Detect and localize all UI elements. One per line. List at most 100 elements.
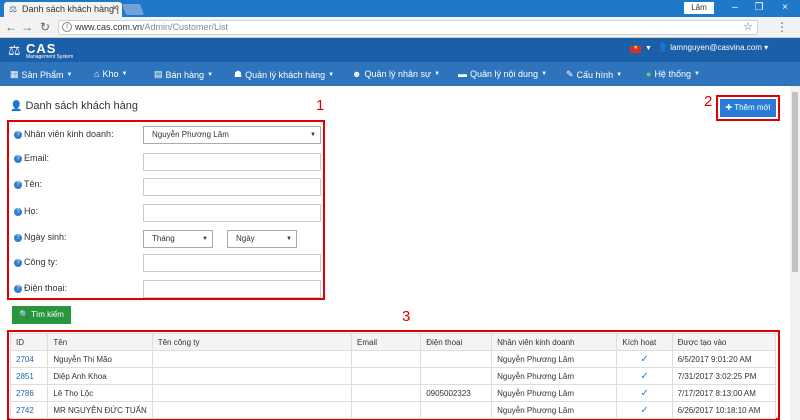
column-header[interactable]: ID	[9, 333, 49, 351]
column-header[interactable]: Nhân viên kinh doanh	[491, 333, 618, 351]
back-icon[interactable]: ←	[4, 20, 18, 34]
customer-id-link[interactable]: 2704	[9, 350, 49, 368]
house-icon: ⌂	[94, 69, 100, 79]
phone-field[interactable]	[143, 280, 321, 298]
plus-icon: ✚	[725, 103, 735, 112]
company-field[interactable]	[143, 254, 321, 272]
chevron-down-icon: ▼	[66, 71, 73, 78]
nav-item-staff[interactable]: ☻ Quản lý nhân sự ▼	[352, 69, 440, 79]
nav-label: Quản lý nhân sự	[364, 69, 432, 79]
chevron-down-icon: ▼	[121, 71, 128, 77]
nav-item-warehouse[interactable]: ⌂ Kho ▼	[94, 69, 127, 79]
nav-item-system[interactable]: ● Hệ thống ▼	[646, 69, 700, 79]
customer-name: Nguyễn Thị Mão	[47, 350, 153, 368]
table-row[interactable]: 2851 Diệp Anh Khoa Nguyễn Phương Lâm ✓ 7…	[9, 367, 777, 385]
first-name-field[interactable]	[143, 178, 321, 196]
nav-label: Quản lý nội dung	[470, 69, 539, 79]
birth-day-select[interactable]: Ngày ▼	[227, 230, 297, 248]
sales-staff: Nguyễn Phương Lâm	[491, 367, 618, 385]
last-name-label: ? Họ:	[14, 206, 38, 216]
nav-item-content[interactable]: ▬ Quản lý nội dung ▼	[458, 69, 547, 79]
table-row[interactable]: 2742 MR NGUYỄN ĐỨC TUẤN Nguyễn Phương Lâ…	[9, 401, 777, 419]
select-value: Nguyễn Phương Lâm	[152, 130, 229, 139]
page-title-text: Danh sách khách hàng	[25, 100, 138, 112]
sales-staff: Nguyễn Phương Lâm	[491, 384, 618, 402]
email-field[interactable]	[143, 153, 321, 171]
created-at: 6/5/2017 9:01:20 AM	[671, 350, 777, 368]
nav-label: Sản Phẩm	[21, 69, 64, 80]
forward-icon[interactable]: →	[20, 20, 34, 34]
dropdown-arrow-icon: ▼	[202, 236, 208, 242]
first-name-label: ? Tên:	[14, 179, 42, 189]
globe-icon: ●	[646, 69, 652, 79]
browser-menu-icon[interactable]: ⋮	[776, 20, 788, 34]
help-icon: ?	[14, 180, 22, 189]
chevron-down-icon[interactable]: ▼	[645, 45, 652, 52]
table-row[interactable]: 2786 Lê Thọ Lộc 0905002323 Nguyễn Phương…	[9, 384, 777, 402]
page-title: 👤 Danh sách khách hàng	[10, 100, 138, 112]
main-nav: ▦ Sản Phẩm ▼ ⌂ Kho ▼ ▤ Bán hàng ▼ ☗ Quản lý khá…	[0, 62, 800, 86]
nav-item-customers[interactable]: ☗ Quản lý khách hàng ▼	[234, 69, 334, 80]
search-button[interactable]: 🔍 Tìm kiếm	[12, 306, 71, 324]
table-row[interactable]: 2704 Nguyễn Thị Mão Nguyễn Phương Lâm ✓ …	[9, 350, 777, 368]
new-tab-button[interactable]	[121, 4, 145, 15]
help-icon: ?	[14, 233, 22, 242]
chart-icon: ▤	[154, 69, 163, 79]
folder-icon: ▬	[458, 69, 467, 79]
restore-icon[interactable]: ❐	[750, 1, 768, 15]
company-name	[151, 367, 353, 385]
birth-month-select[interactable]: Tháng ▼	[143, 230, 213, 248]
customer-id-link[interactable]: 2851	[9, 367, 49, 385]
sales-staff: Nguyễn Phương Lâm	[491, 401, 618, 419]
nav-item-products[interactable]: ▦ Sản Phẩm ▼	[10, 69, 73, 80]
url-input[interactable]: i www.cas.com.vn/Admin/Customer/List ☆	[58, 20, 758, 35]
last-name-field[interactable]	[143, 204, 321, 222]
add-new-button[interactable]: ✚ Thêm mới	[720, 99, 776, 117]
customer-id-link[interactable]: 2786	[9, 384, 49, 402]
column-header[interactable]: Kích hoạt	[616, 333, 673, 351]
nav-item-sales[interactable]: ▤ Bán hàng ▼	[154, 69, 213, 80]
label-text: Công ty:	[24, 257, 58, 267]
column-header[interactable]: Email	[351, 333, 422, 351]
browser-tabstrip: ⚖ Danh sách khách hàng | × Lâm – ❐ ×	[0, 0, 800, 17]
customer-name: MR NGUYỄN ĐỨC TUẤN	[47, 401, 153, 419]
vietnam-flag-icon[interactable]	[630, 44, 641, 53]
user-icon: 👤	[658, 43, 671, 52]
created-at: 7/17/2017 8:13:00 AM	[671, 384, 777, 402]
user-email: lamnguyen@casvina.com	[670, 43, 762, 52]
user-menu[interactable]: 👤 lamnguyen@casvina.com ▾	[658, 43, 768, 52]
users-icon: ☗	[234, 69, 243, 79]
column-header[interactable]: Tên công ty	[151, 333, 353, 351]
info-icon[interactable]: i	[62, 22, 72, 32]
tab-title: Danh sách khách hàng |	[22, 4, 119, 14]
check-icon: ✓	[616, 401, 673, 419]
window-close-icon[interactable]: ×	[776, 1, 794, 15]
nav-item-config[interactable]: ✎ Cấu hình ▼	[566, 69, 622, 80]
browser-tab[interactable]: ⚖ Danh sách khách hàng | ×	[4, 2, 122, 17]
birthday-label: ? Ngày sinh:	[14, 232, 67, 242]
close-icon[interactable]: ×	[112, 3, 118, 14]
customer-id-link[interactable]: 2742	[9, 401, 49, 419]
window-user-badge[interactable]: Lâm	[684, 2, 714, 14]
star-icon[interactable]: ☆	[743, 21, 753, 34]
app-header: ⚖ CAS Management System ▼ 👤 lamnguyen@ca…	[0, 38, 800, 62]
chevron-down-icon: ▼	[434, 71, 441, 77]
column-header[interactable]: Điện thoại	[420, 333, 493, 351]
phone	[420, 350, 493, 368]
customer-name: Lê Thọ Lộc	[47, 384, 153, 402]
help-icon: ?	[14, 154, 22, 163]
add-button-label: Thêm mới	[734, 103, 771, 112]
staff-icon: ☻	[352, 69, 362, 79]
company-name	[151, 401, 353, 419]
created-at: 7/31/2017 3:02:25 PM	[671, 367, 777, 385]
reload-icon[interactable]: ↻	[38, 20, 52, 34]
minimize-icon[interactable]: –	[726, 1, 744, 15]
dropdown-arrow-icon: ▼	[286, 236, 292, 242]
email	[351, 367, 422, 385]
sales-staff-select[interactable]: Nguyễn Phương Lâm ▼	[143, 126, 321, 144]
column-header[interactable]: Tên	[47, 333, 153, 351]
grid-icon: ▦	[10, 69, 19, 79]
created-at: 6/26/2017 10:18:10 AM	[671, 401, 777, 419]
column-header[interactable]: Được tạo vào	[671, 333, 777, 351]
scrollbar-thumb[interactable]	[792, 92, 798, 272]
